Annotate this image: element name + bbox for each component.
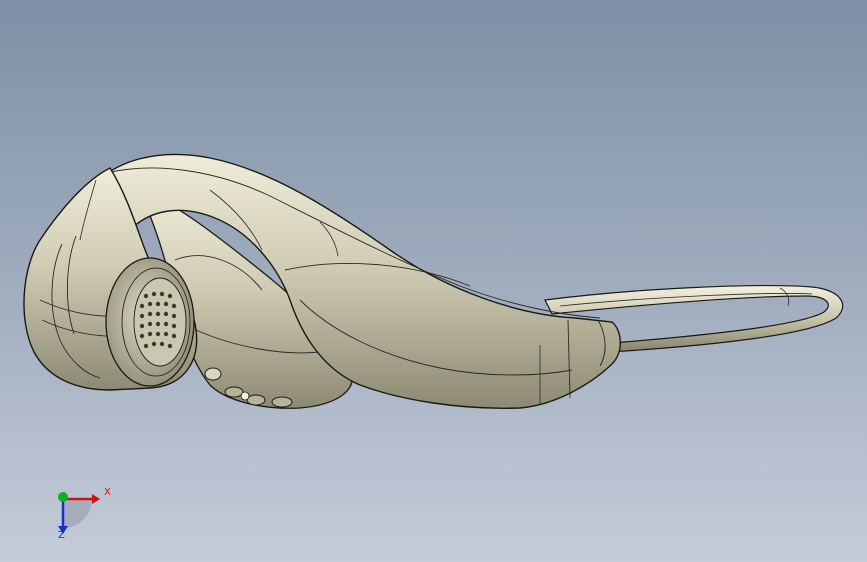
x-axis-label: X: [104, 487, 111, 498]
z-axis-label: Z: [58, 530, 65, 541]
coordinate-triad: [58, 492, 100, 534]
y-axis-point: [58, 492, 68, 502]
headphone-3d-model[interactable]: [0, 0, 867, 562]
graphics-viewport[interactable]: X Z: [0, 0, 867, 562]
